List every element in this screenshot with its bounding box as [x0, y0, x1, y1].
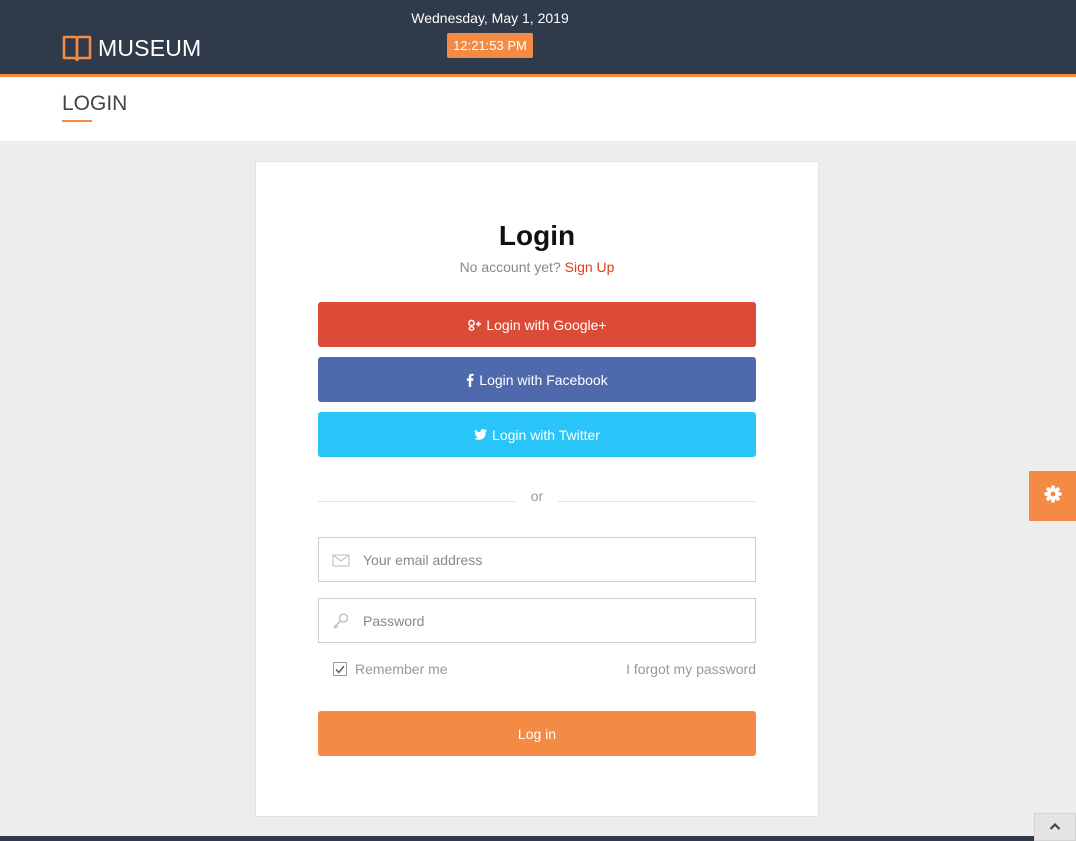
remember-me-label: Remember me — [355, 661, 448, 677]
settings-toggle-button[interactable] — [1029, 471, 1076, 521]
divider-or-text: or — [530, 488, 544, 504]
footer-strip — [0, 836, 1076, 841]
remember-me-checkbox[interactable] — [333, 662, 347, 676]
facebook-icon — [466, 373, 474, 387]
envelope-icon — [332, 551, 350, 569]
divider-line-right — [558, 501, 756, 502]
signup-link[interactable]: Sign Up — [565, 259, 615, 275]
twitter-icon — [474, 429, 488, 440]
page-title-band: LOGIN — [0, 77, 1076, 141]
signup-prompt: No account yet? Sign Up — [256, 259, 818, 275]
email-input[interactable] — [363, 538, 743, 581]
login-facebook-button[interactable]: Login with Facebook — [318, 357, 756, 402]
password-input[interactable] — [363, 599, 743, 642]
date-time-display: Wednesday, May 1, 2019 12:21:53 PM — [400, 10, 580, 58]
divider-line-left — [318, 501, 516, 502]
current-time-badge: 12:21:53 PM — [447, 33, 533, 58]
login-google-label: Login with Google+ — [486, 316, 607, 333]
chevron-up-icon — [1049, 818, 1061, 836]
remember-me-option[interactable]: Remember me — [333, 661, 448, 677]
forgot-password-link[interactable]: I forgot my password — [596, 661, 756, 677]
brand-name: MUSEUM — [98, 34, 202, 61]
password-field — [318, 598, 756, 643]
login-heading: Login — [498, 220, 576, 251]
key-icon — [332, 612, 350, 630]
brand-logo[interactable]: MUSEUM — [62, 33, 201, 63]
gear-icon — [1044, 485, 1062, 508]
login-facebook-label: Login with Facebook — [479, 371, 608, 388]
page-title-underline — [62, 120, 92, 122]
login-twitter-button[interactable]: Login with Twitter — [318, 412, 756, 457]
page-title: LOGIN — [62, 92, 128, 115]
checkmark-icon — [335, 665, 345, 674]
google-plus-icon — [467, 319, 482, 331]
top-header: MUSEUM Wednesday, May 1, 2019 12:21:53 P… — [0, 0, 1076, 74]
login-card: Login No account yet? Sign Up Login with… — [255, 161, 819, 817]
login-google-button[interactable]: Login with Google+ — [318, 302, 756, 347]
current-date: Wednesday, May 1, 2019 — [411, 10, 569, 26]
no-account-text: No account yet? — [459, 259, 561, 275]
email-field — [318, 537, 756, 582]
book-icon — [62, 33, 92, 63]
scroll-to-top-button[interactable] — [1034, 813, 1076, 841]
login-twitter-label: Login with Twitter — [492, 426, 600, 443]
login-submit-button[interactable]: Log in — [318, 711, 756, 756]
